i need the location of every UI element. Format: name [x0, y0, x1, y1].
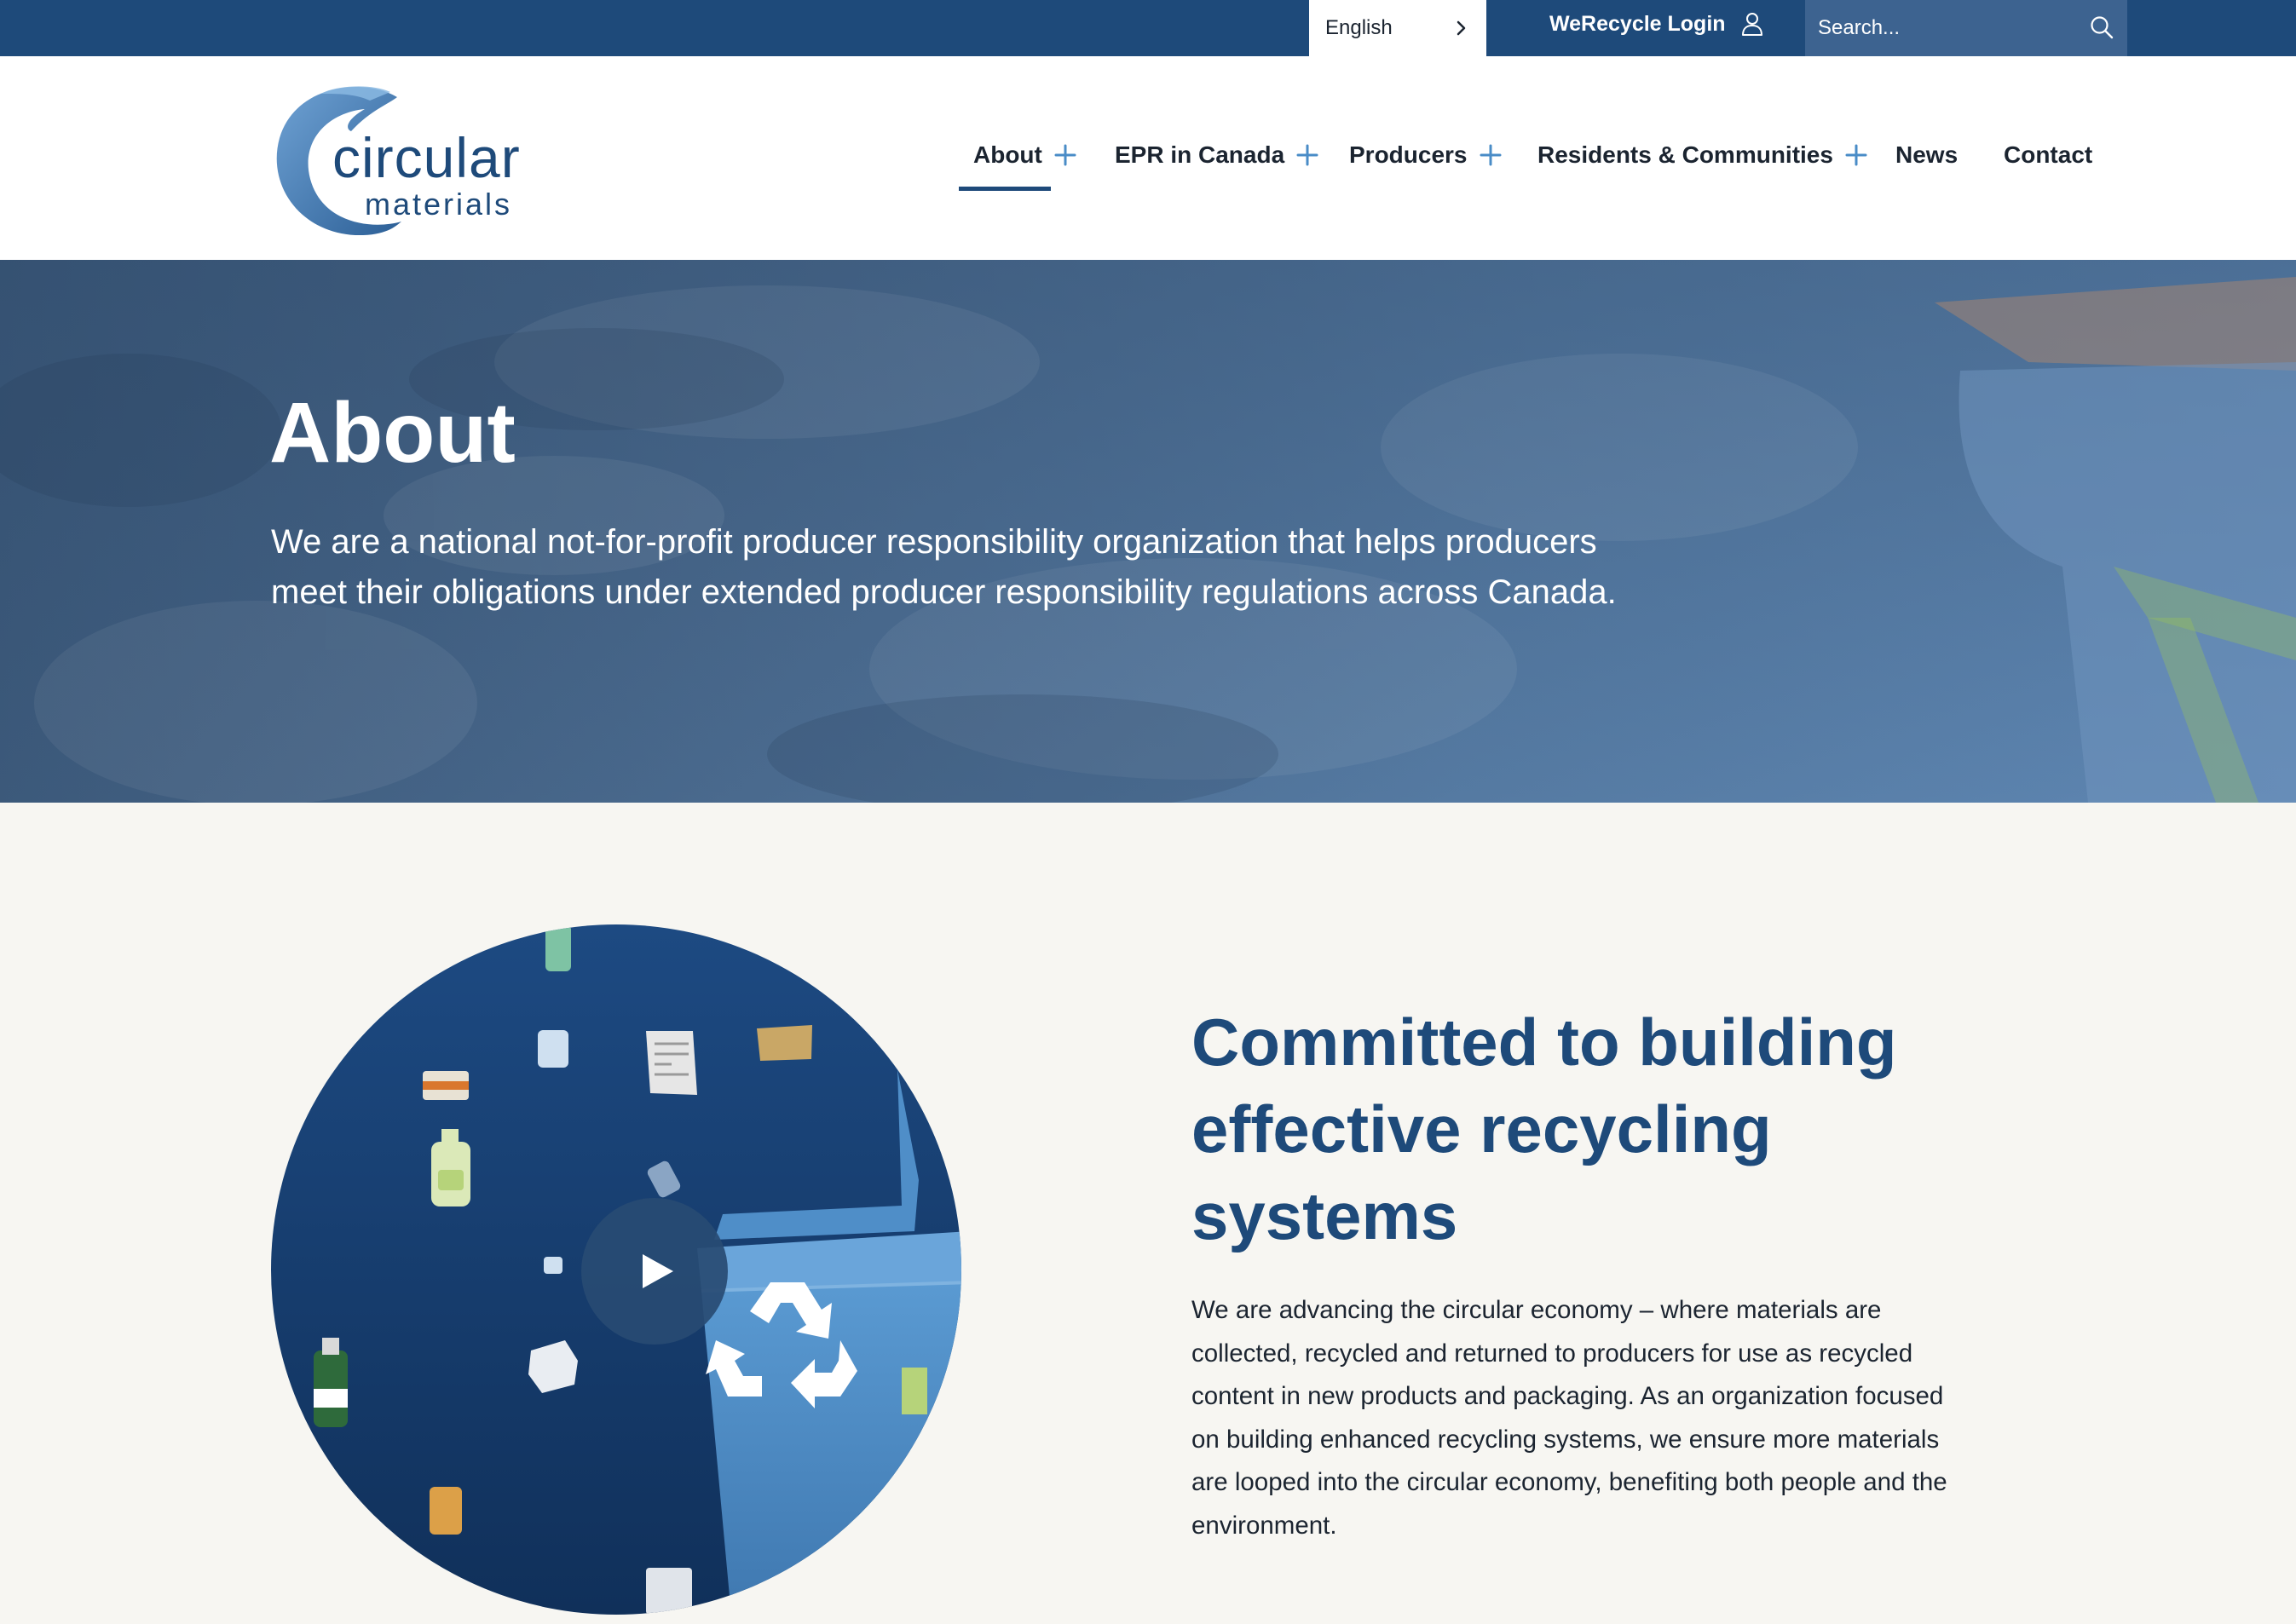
nav-item-epr-in-canada[interactable]: EPR in Canada [1115, 138, 1318, 172]
nav-item-producers[interactable]: Producers [1349, 138, 1502, 172]
section-heading: Committed to building effective recyclin… [1191, 1005, 1897, 1253]
nav-item-about[interactable]: About [973, 138, 1076, 172]
play-button[interactable] [581, 1198, 728, 1345]
language-selector[interactable]: English [1309, 0, 1486, 56]
nav-active-indicator [959, 187, 1051, 191]
nav-label-epr-in-canada: EPR in Canada [1115, 141, 1285, 168]
section-body-text: We are advancing the circular economy – … [1191, 1296, 1947, 1540]
plus-icon [1480, 144, 1501, 166]
play-icon [643, 1254, 673, 1288]
page-title: About [269, 385, 516, 481]
nav-label-producers: Producers [1349, 141, 1468, 168]
chevron-right-icon [1457, 20, 1466, 36]
search-icon [2091, 16, 2114, 39]
login-label: WeRecycle Login [1549, 11, 1726, 36]
main-nav: About EPR in Canada Producers Residents … [0, 56, 2296, 260]
nav-item-contact[interactable]: Contact [2004, 138, 2092, 172]
hero-banner: About We are a national not-for-profit p… [0, 260, 2296, 803]
language-label: English [1325, 16, 1393, 39]
user-icon [1741, 13, 1762, 36]
nav-item-residents-communities[interactable]: Residents & Communities [1537, 138, 1867, 172]
search-input[interactable] [1805, 0, 2078, 56]
site-header: circular materials About EPR in Canada P… [0, 56, 2296, 260]
nav-label-contact: Contact [2004, 141, 2093, 168]
plus-icon [1054, 144, 1076, 166]
utility-bar: English WeRecycle Login [0, 0, 2296, 56]
search-button[interactable] [2086, 12, 2117, 43]
search-box [1805, 0, 2127, 56]
nav-item-news[interactable]: News [1895, 138, 1958, 172]
plus-icon [1296, 144, 1318, 166]
nav-label-news: News [1895, 141, 1959, 168]
nav-label-residents-communities: Residents & Communities [1537, 141, 1833, 168]
nav-label-about: About [973, 141, 1042, 168]
plus-icon [1845, 144, 1867, 166]
hero-description: We are a national not-for-profit produce… [271, 523, 1617, 611]
werecycle-login-link[interactable]: WeRecycle Login [1549, 0, 1765, 48]
